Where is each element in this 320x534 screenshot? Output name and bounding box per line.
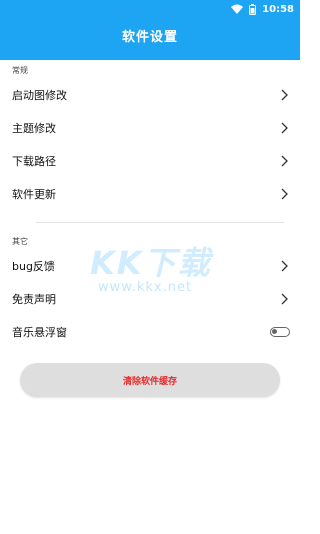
chevron-right-icon [281,260,288,271]
section-label-other: 其它 [12,237,28,246]
settings-item-update[interactable]: 软件更新 [0,177,300,210]
chevron-right-icon [281,155,288,166]
chevron-right-icon [281,89,288,100]
status-time: 10:58 [262,3,294,15]
battery-icon [249,3,257,15]
music-float-toggle[interactable] [270,326,290,337]
settings-item-label: 音乐悬浮窗 [12,325,67,339]
settings-item-disclaimer[interactable]: 免责声明 [0,282,300,315]
settings-item-splash-image[interactable]: 启动图修改 [0,78,300,111]
settings-item-theme[interactable]: 主题修改 [0,111,300,144]
settings-item-label: bug反馈 [12,259,55,273]
chevron-right-icon [281,122,288,133]
wifi-icon [231,4,244,14]
status-bar: 10:58 [0,0,300,18]
settings-item-label: 启动图修改 [12,88,67,102]
section-divider [36,222,284,223]
page-title: 软件设置 [121,30,178,45]
settings-item-download-path[interactable]: 下载路径 [0,144,300,177]
chevron-right-icon [281,188,288,199]
settings-item-label: 主题修改 [12,121,56,135]
chevron-right-icon [281,293,288,304]
settings-item-label: 下载路径 [12,154,56,168]
settings-item-label: 免责声明 [12,292,56,306]
settings-item-music-float-window[interactable]: 音乐悬浮窗 [0,315,300,348]
settings-screen: 10:58 软件设置 常规 启动图修改 主题修改 下载路径 软件更新 其它 bu… [0,0,300,534]
settings-item-bug-report[interactable]: bug反馈 [0,249,300,282]
toggle-knob [272,328,277,334]
clear-cache-button[interactable]: 清除软件缓存 [20,363,280,397]
settings-item-label: 软件更新 [12,187,56,201]
app-header: 10:58 软件设置 [0,0,300,60]
section-label-general: 常规 [12,66,28,75]
